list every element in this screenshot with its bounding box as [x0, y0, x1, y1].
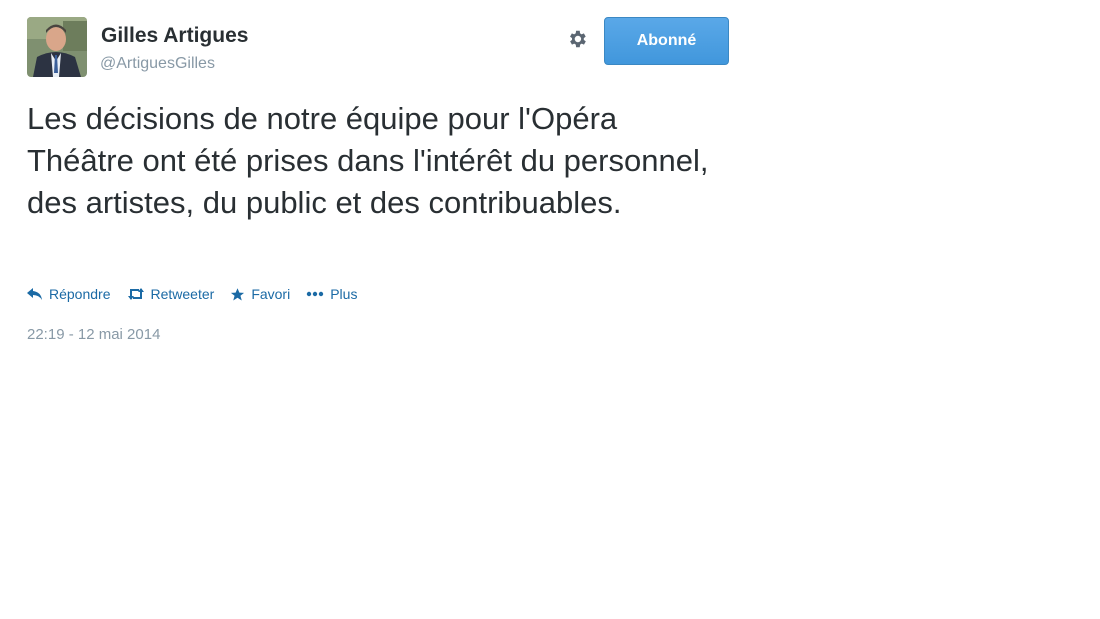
more-label: Plus [330, 286, 358, 302]
user-name[interactable]: Gilles Artigues [101, 24, 248, 48]
tweet-actions: Répondre Retweeter Favori Plus [27, 286, 373, 302]
follow-button[interactable]: Abonné [604, 17, 729, 65]
user-handle[interactable]: @ArtiguesGilles [100, 55, 215, 73]
tweet-timestamp[interactable]: 22:19 - 12 mai 2014 [27, 326, 160, 343]
retweet-icon [127, 288, 144, 300]
more-button[interactable]: Plus [306, 286, 357, 302]
reply-icon [27, 288, 42, 300]
favorite-button[interactable]: Favori [230, 286, 290, 302]
avatar[interactable] [27, 17, 87, 77]
tweet-text: Les décisions de notre équipe pour l'Opé… [27, 101, 709, 220]
more-icon [307, 291, 324, 297]
reply-label: Répondre [49, 286, 111, 302]
retweet-button[interactable]: Retweeter [127, 286, 215, 302]
avatar-image [27, 17, 87, 77]
retweet-label: Retweeter [150, 286, 215, 302]
gear-icon[interactable] [566, 28, 588, 50]
star-icon [231, 287, 245, 300]
favorite-label: Favori [251, 286, 291, 302]
tweet-card: Gilles Artigues @ArtiguesGilles Abonné L… [0, 0, 1100, 619]
reply-button[interactable]: Répondre [27, 286, 111, 302]
